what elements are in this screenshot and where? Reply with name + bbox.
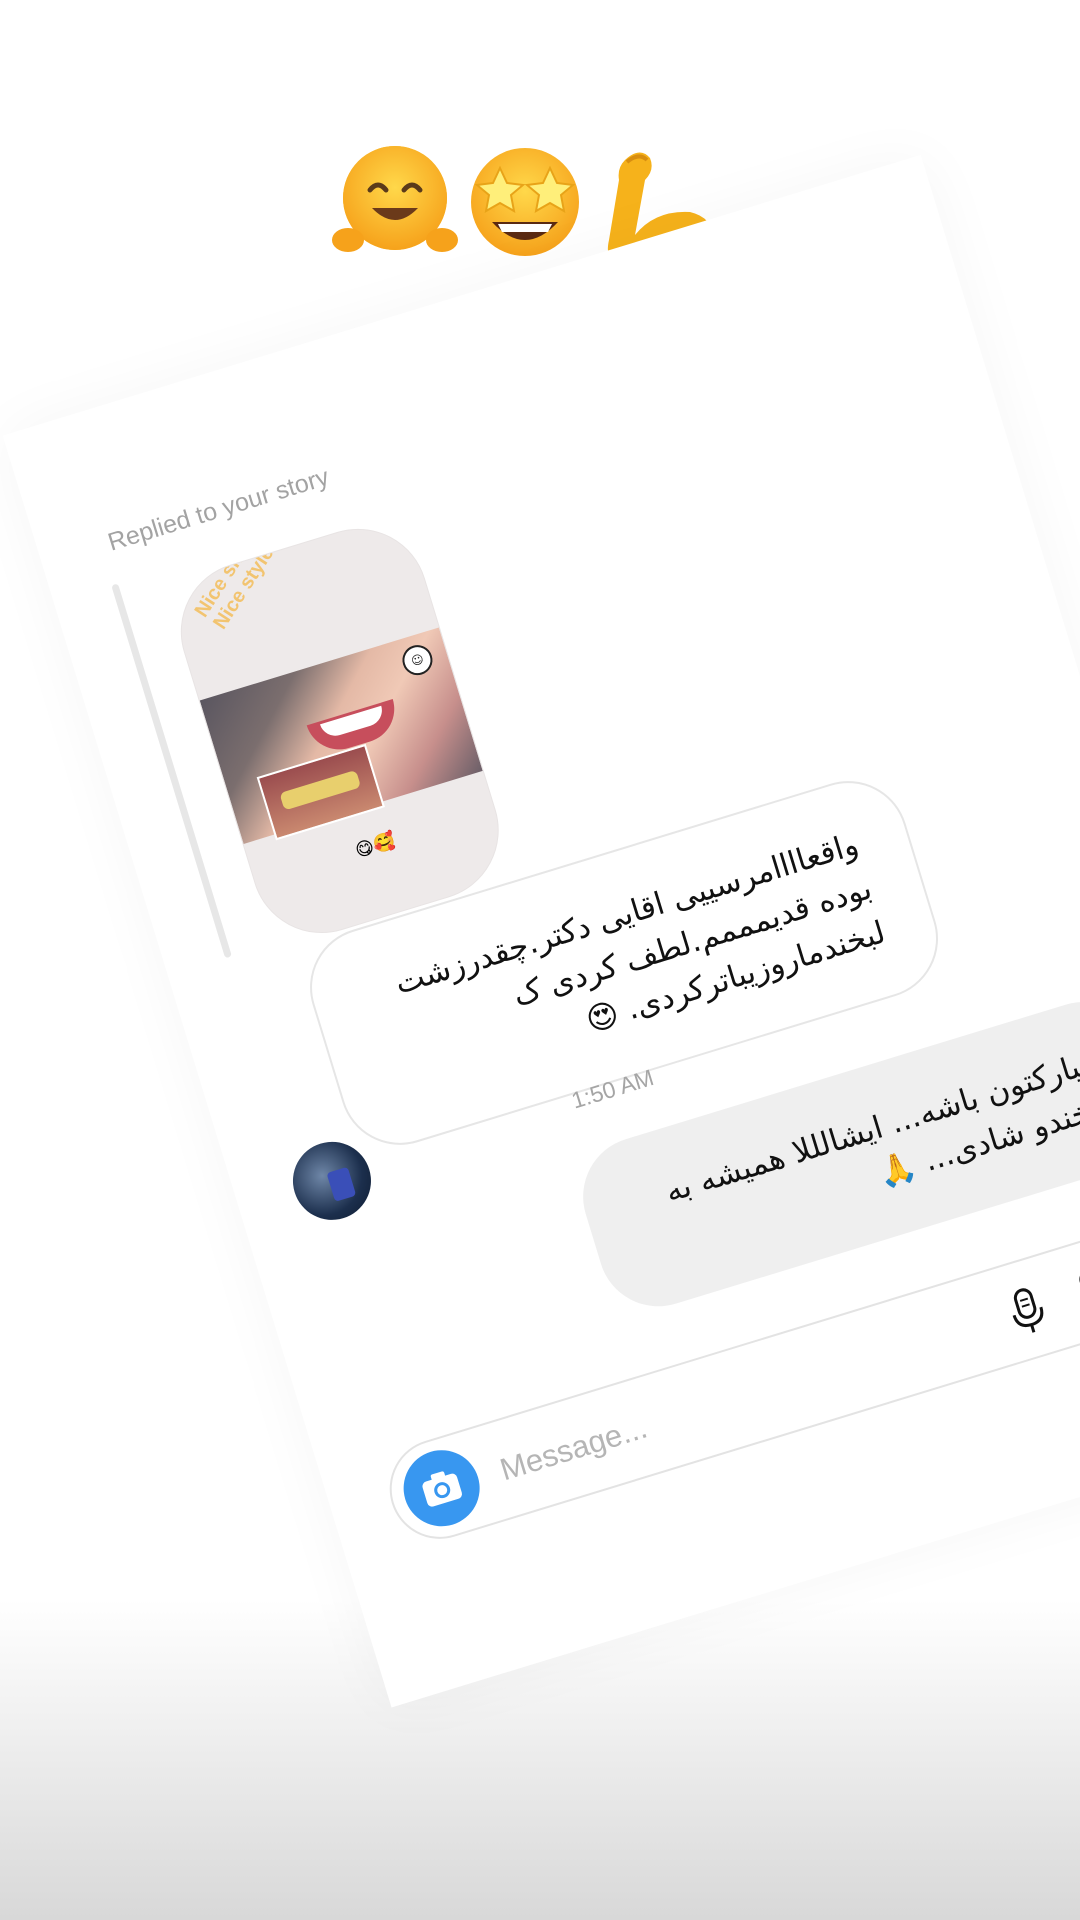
message-input[interactable] — [492, 1318, 931, 1495]
story-caption: Nice smile Nice style — [190, 526, 279, 634]
avatar[interactable] — [283, 1132, 381, 1230]
dm-screenshot: Replied to your story Nice smile Nice st… — [2, 154, 1080, 1708]
gallery-icon — [1079, 1261, 1080, 1310]
hugging-face-emoji-icon — [332, 146, 458, 252]
microphone-icon — [1012, 1288, 1044, 1333]
story-emoji: 😋🥰 — [352, 829, 399, 863]
story-screen: Replied to your story Nice smile Nice st… — [0, 0, 1080, 1920]
star-struck-emoji-icon — [471, 148, 579, 256]
gallery-button[interactable] — [1063, 1246, 1080, 1326]
camera-icon — [422, 1471, 462, 1507]
camera-button[interactable] — [394, 1440, 490, 1536]
story-thumbnail[interactable]: Nice smile Nice style ☺ 😋🥰 — [163, 511, 517, 951]
microphone-button[interactable] — [987, 1269, 1067, 1349]
